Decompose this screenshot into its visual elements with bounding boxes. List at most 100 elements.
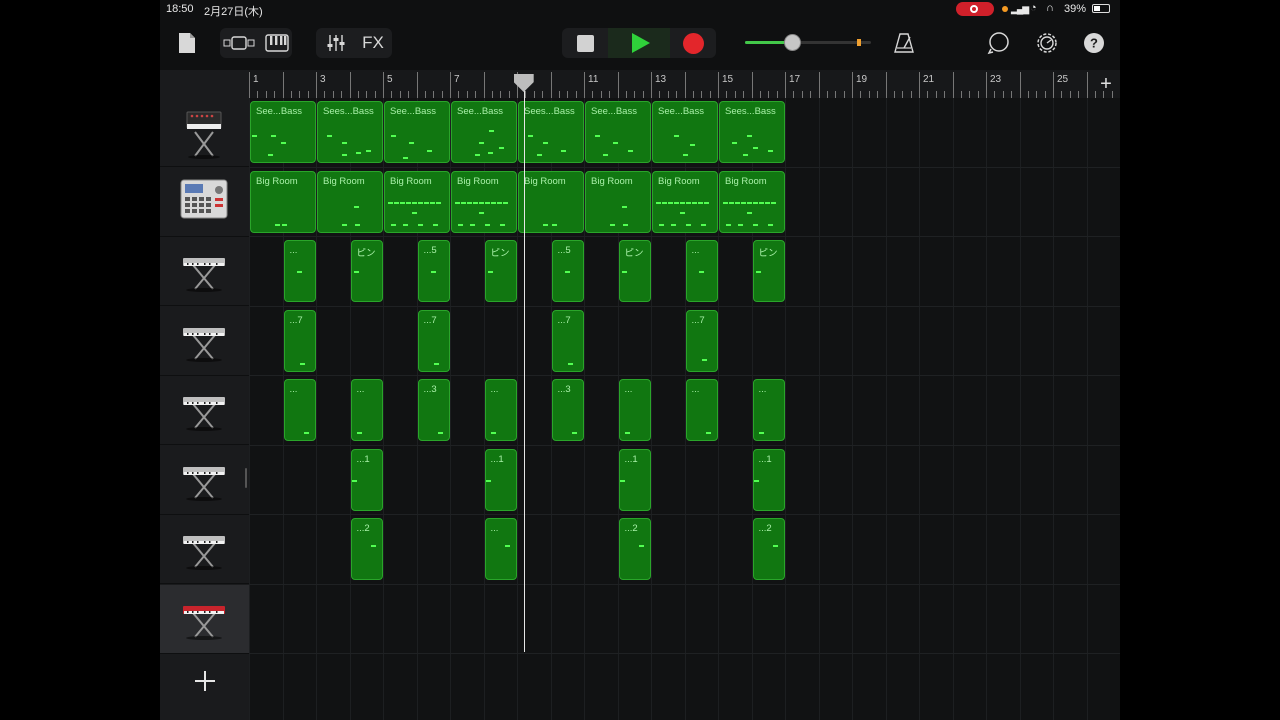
ruler-beat-tick xyxy=(399,91,401,98)
playhead-line xyxy=(523,84,525,652)
beat-sequencer-track-header[interactable] xyxy=(160,168,249,237)
volume-knob[interactable] xyxy=(783,34,801,51)
keyboard-track-7-header[interactable] xyxy=(160,515,249,584)
help-button[interactable]: ? xyxy=(1082,31,1106,55)
midi-note xyxy=(623,223,629,226)
timeline-ruler[interactable]: + 135791113151719212325 xyxy=(249,70,1120,98)
keyboard-track-8-header[interactable] xyxy=(160,584,249,654)
music-region[interactable]: ...1 xyxy=(484,448,517,511)
fx-button[interactable]: FX xyxy=(358,32,388,54)
music-region[interactable]: ... xyxy=(484,379,517,441)
music-region[interactable]: ... xyxy=(685,240,718,302)
music-region[interactable]: ピン xyxy=(484,240,517,302)
drum-machine-icon xyxy=(180,179,228,218)
music-region[interactable]: ピン xyxy=(350,240,383,302)
midi-note xyxy=(732,142,737,144)
ruler-beat-tick xyxy=(944,91,946,98)
music-region[interactable]: Big Room xyxy=(518,170,584,233)
midi-note xyxy=(356,432,362,434)
midi-note xyxy=(394,201,399,204)
music-region[interactable]: Big Room xyxy=(451,170,517,233)
synth-bass-track-header[interactable] xyxy=(160,98,249,167)
music-region[interactable]: ... xyxy=(350,379,383,441)
settings-button[interactable] xyxy=(1034,30,1060,56)
bar-gridline xyxy=(818,98,820,720)
my-songs-button[interactable] xyxy=(176,30,198,56)
keyboard-track-6-header[interactable] xyxy=(160,446,249,515)
music-region[interactable]: ... xyxy=(685,379,718,441)
music-region[interactable]: ...2 xyxy=(618,518,651,580)
keyboard-track-5-header[interactable] xyxy=(160,376,249,445)
music-region[interactable]: See...Bass xyxy=(652,101,718,163)
music-region[interactable]: Big Room xyxy=(652,170,718,233)
music-region[interactable]: Big Room xyxy=(585,170,651,233)
midi-note xyxy=(297,271,303,273)
region-label: ...2 xyxy=(356,523,370,534)
music-region[interactable]: ピン xyxy=(752,240,785,302)
record-button[interactable] xyxy=(670,28,716,58)
loop-icon xyxy=(987,32,1009,55)
midi-note xyxy=(473,201,478,204)
music-region[interactable]: ...5 xyxy=(551,240,584,302)
tracks-area[interactable]: See...Bass Sees...Bass See...Bass See...Bas… xyxy=(249,98,1120,720)
midi-note xyxy=(436,201,441,204)
music-region[interactable]: Sees...Bass xyxy=(317,101,383,163)
add-section-button[interactable]: + xyxy=(1092,70,1120,98)
music-region[interactable]: Big Room xyxy=(250,170,316,233)
music-region[interactable]: ...3 xyxy=(417,379,450,441)
keyboard-track-4-header[interactable] xyxy=(160,307,249,376)
region-label: Big Room xyxy=(524,175,566,187)
region-label: ... xyxy=(356,384,365,395)
loop-browser-button[interactable] xyxy=(986,30,1012,56)
bar-gridline xyxy=(885,98,887,720)
music-region[interactable]: See...Bass xyxy=(250,101,316,163)
music-region[interactable]: Big Room xyxy=(317,170,383,233)
ruler-beat-tick xyxy=(743,91,745,98)
music-region[interactable]: ...7 xyxy=(283,309,316,372)
keyboard-instrument-icon xyxy=(183,536,225,570)
region-label: See...Bass xyxy=(457,106,503,117)
keyboard-track-3-header[interactable] xyxy=(160,237,249,306)
play-button[interactable] xyxy=(608,28,670,58)
master-volume-slider[interactable] xyxy=(745,34,871,51)
midi-note xyxy=(701,223,706,226)
metronome-button[interactable] xyxy=(892,30,916,56)
music-region[interactable]: ... xyxy=(618,379,651,441)
music-region[interactable]: ...7 xyxy=(551,309,584,372)
region-label: ... xyxy=(289,384,298,395)
music-region[interactable]: Big Room xyxy=(719,170,785,233)
mixer-button[interactable] xyxy=(324,32,348,54)
music-region[interactable]: ...7 xyxy=(685,309,718,372)
music-region[interactable]: ピン xyxy=(618,240,651,302)
music-region[interactable]: Sees...Bass xyxy=(719,101,785,163)
midi-note xyxy=(418,201,423,204)
music-region[interactable]: See...Bass xyxy=(384,101,450,163)
music-region[interactable]: ...7 xyxy=(417,309,450,372)
midi-note xyxy=(729,201,734,204)
region-label: Sees...Bass xyxy=(323,106,374,117)
music-region[interactable]: ... xyxy=(752,379,785,441)
music-region[interactable]: ... xyxy=(283,240,316,302)
add-track-button[interactable] xyxy=(194,670,216,692)
midi-note xyxy=(741,201,746,204)
music-region[interactable]: Big Room xyxy=(384,170,450,233)
midi-note xyxy=(771,201,776,204)
music-region[interactable]: ...3 xyxy=(551,379,584,441)
music-region[interactable]: ...5 xyxy=(417,240,450,302)
music-region[interactable]: ... xyxy=(283,379,316,441)
instrument-view-button[interactable] xyxy=(264,32,290,54)
music-region[interactable]: ...1 xyxy=(350,448,383,511)
track-instrument-icon xyxy=(177,106,231,165)
music-region[interactable]: ...1 xyxy=(618,448,651,511)
music-region[interactable]: See...Bass xyxy=(451,101,517,163)
music-region[interactable]: Sees...Bass xyxy=(518,101,584,163)
stop-button[interactable] xyxy=(562,28,608,58)
music-region[interactable]: ...2 xyxy=(752,518,785,580)
region-label: ...1 xyxy=(356,453,370,465)
region-label: ...7 xyxy=(557,314,571,326)
tracks-view-button[interactable] xyxy=(222,32,256,54)
music-region[interactable]: ...1 xyxy=(752,448,785,511)
music-region[interactable]: ...2 xyxy=(350,518,383,580)
music-region[interactable]: ... xyxy=(484,518,517,580)
music-region[interactable]: See...Bass xyxy=(585,101,651,163)
